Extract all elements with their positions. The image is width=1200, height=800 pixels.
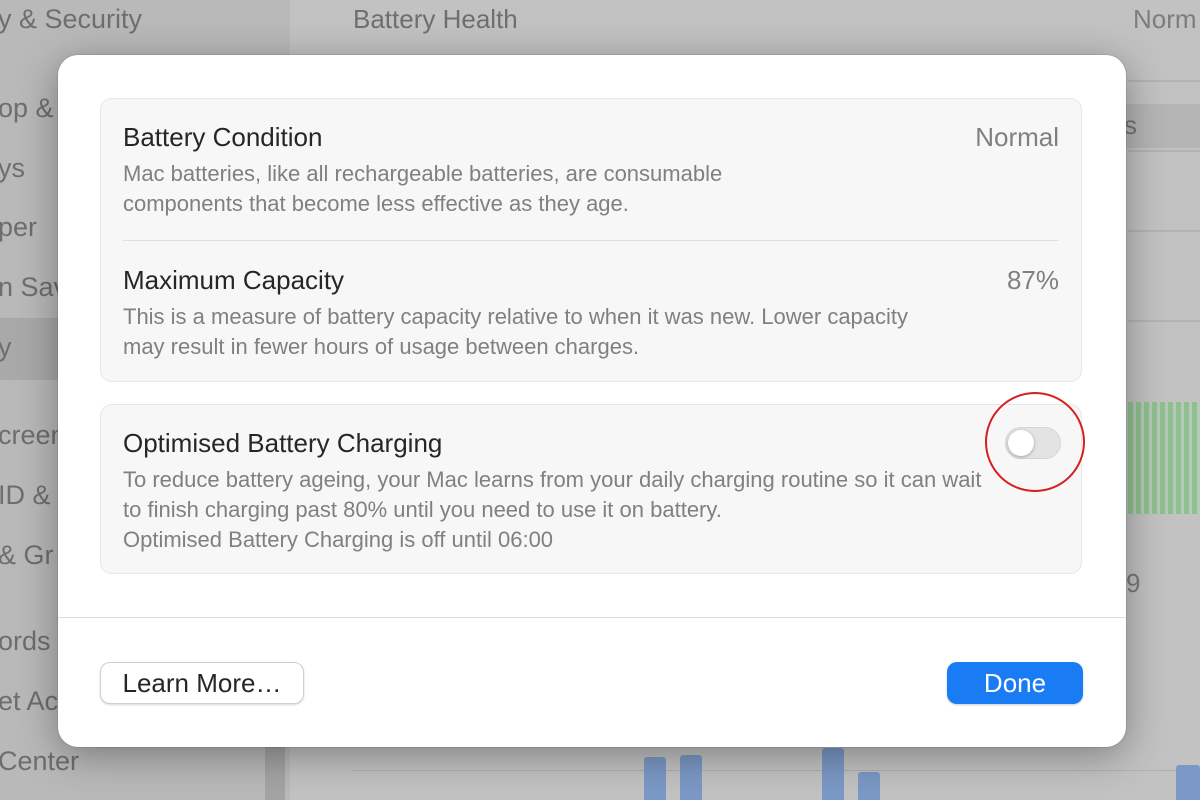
sidebar-item: y & Security bbox=[0, 4, 143, 34]
toggle-knob bbox=[1008, 430, 1034, 456]
usage-bar bbox=[858, 772, 880, 800]
maximum-capacity-value: 87% bbox=[1006, 265, 1059, 295]
battery-health-label: Battery Health bbox=[353, 4, 518, 34]
maximum-capacity-title: Maximum Capacity bbox=[123, 265, 345, 295]
optimised-charging-description: To reduce battery ageing, your Mac learn… bbox=[123, 467, 982, 522]
divider bbox=[1128, 320, 1200, 322]
battery-info-card: Battery Condition Normal Mac batteries, … bbox=[100, 98, 1082, 382]
optimised-charging-toggle[interactable] bbox=[1005, 427, 1061, 459]
optimised-charging-status: Optimised Battery Charging is off until … bbox=[123, 527, 554, 552]
sidebar-item: op & bbox=[0, 93, 54, 123]
chart-gridline bbox=[353, 770, 1200, 771]
row-divider bbox=[123, 240, 1059, 241]
sidebar-item: & Gr bbox=[0, 540, 54, 570]
battery-condition-row: Battery Condition Normal Mac batteries, … bbox=[123, 121, 1059, 219]
sidebar-item: n Sav bbox=[0, 272, 68, 302]
battery-condition-description: Mac batteries, like all rechargeable bat… bbox=[123, 161, 723, 216]
usage-bar bbox=[1176, 765, 1200, 800]
done-button[interactable]: Done bbox=[947, 662, 1083, 704]
battery-condition-value: Normal bbox=[975, 122, 1059, 152]
optimised-charging-row: Optimised Battery Charging To reduce bat… bbox=[123, 427, 981, 555]
sidebar-item: ys bbox=[0, 153, 25, 183]
footer-divider bbox=[58, 617, 1126, 618]
partial-axis-label: 9 bbox=[1126, 568, 1141, 598]
battery-health-value: Norm bbox=[1133, 4, 1197, 34]
divider bbox=[1128, 150, 1200, 152]
table-header bbox=[1126, 104, 1200, 148]
usage-bar bbox=[822, 748, 844, 800]
sidebar-scrollbar bbox=[265, 740, 285, 800]
sidebar-item: per bbox=[0, 212, 38, 242]
maximum-capacity-description: This is a measure of battery capacity re… bbox=[123, 304, 909, 359]
learn-more-button[interactable]: Learn More… bbox=[100, 662, 304, 704]
divider bbox=[1128, 80, 1200, 82]
divider bbox=[1128, 230, 1200, 232]
sidebar-item: y bbox=[0, 332, 12, 362]
usage-bar bbox=[680, 755, 702, 800]
sidebar-item: ID & bbox=[0, 480, 51, 510]
sidebar-item: et Ac bbox=[0, 686, 59, 716]
optimised-charging-title: Optimised Battery Charging bbox=[123, 428, 443, 458]
sidebar-item: ords bbox=[0, 626, 51, 656]
battery-level-chart bbox=[1128, 402, 1200, 514]
battery-condition-title: Battery Condition bbox=[123, 122, 323, 152]
sidebar-item: Center bbox=[0, 746, 80, 776]
sidebar-item: creen bbox=[0, 420, 66, 450]
usage-bar bbox=[644, 757, 666, 800]
battery-health-dialog: Battery Condition Normal Mac batteries, … bbox=[58, 55, 1126, 747]
maximum-capacity-row: Maximum Capacity 87% This is a measure o… bbox=[123, 264, 1059, 362]
optimised-charging-card: Optimised Battery Charging To reduce bat… bbox=[100, 404, 1082, 574]
